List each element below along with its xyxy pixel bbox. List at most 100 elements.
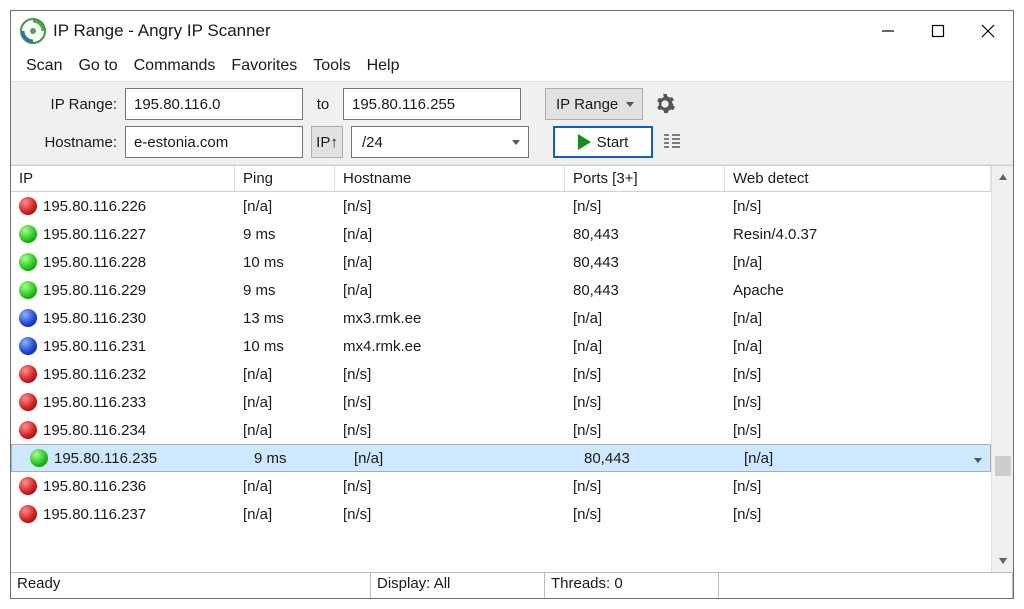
cell-ports: [n/s] [565,420,725,441]
menu-scan[interactable]: Scan [19,55,69,77]
menu-go-to[interactable]: Go to [71,55,124,77]
cell-ip: 195.80.116.227 [43,226,146,243]
cell-web: [n/a] [725,252,991,273]
cell-web: [n/s] [725,364,991,385]
to-label: to [311,96,335,113]
cell-ping: 9 ms [246,448,346,469]
col-ip[interactable]: IP [11,166,235,191]
cell-hostname: mx3.rmk.ee [335,308,565,329]
table-row[interactable]: 195.80.116.2359 ms[n/a]80,443[n/a] [11,444,991,472]
start-button[interactable]: Start [553,126,653,158]
cell-ports: [n/s] [565,392,725,413]
cell-ping: 9 ms [235,280,335,301]
col-hostname[interactable]: Hostname [335,166,565,191]
table-header: IP Ping Hostname Ports [3+] Web detect [11,166,991,192]
cell-ping: [n/a] [235,392,335,413]
menu-help[interactable]: Help [360,55,407,77]
cell-ports: 80,443 [565,224,725,245]
cell-ports: [n/s] [565,504,725,525]
status-dot-icon [19,421,37,439]
table-row[interactable]: 195.80.116.226[n/a][n/s][n/s][n/s] [11,192,991,220]
col-ping[interactable]: Ping [235,166,335,191]
cell-hostname: [n/s] [335,476,565,497]
cell-ip: 195.80.116.237 [43,506,146,523]
cell-web: [n/a] [736,448,966,469]
cell-hostname: [n/s] [335,420,565,441]
status-dot-icon [19,253,37,271]
cell-ping: 13 ms [235,308,335,329]
feeder-select[interactable]: IP Range [545,88,643,120]
cell-ping: [n/a] [235,196,335,217]
app-icon [19,17,47,45]
close-button[interactable] [963,11,1013,51]
cell-ports: 80,443 [576,448,736,469]
netmask-select[interactable]: /24 [351,126,529,158]
cell-hostname: [n/a] [335,252,565,273]
scroll-up-icon[interactable] [994,168,1012,186]
ip-end-input[interactable] [343,88,521,120]
cell-web: [n/s] [725,476,991,497]
minimize-button[interactable] [863,11,913,51]
cell-ip: 195.80.116.234 [43,422,146,439]
cell-web: [n/s] [725,420,991,441]
ip-up-button[interactable]: IP↑ [311,126,343,158]
cell-ping: [n/a] [235,420,335,441]
hostname-label: Hostname: [21,134,117,151]
status-dot-icon [19,281,37,299]
menu-tools[interactable]: Tools [306,55,357,77]
status-dot-icon [19,393,37,411]
cell-ports: 80,443 [565,252,725,273]
cell-hostname: [n/a] [335,224,565,245]
status-ready: Ready [11,573,371,598]
cell-hostname: [n/s] [335,504,565,525]
table-row[interactable]: 195.80.116.23013 msmx3.rmk.ee[n/a][n/a] [11,304,991,332]
table-row[interactable]: 195.80.116.2279 ms[n/a]80,443Resin/4.0.3… [11,220,991,248]
menubar: ScanGo toCommandsFavoritesToolsHelp [11,51,1013,81]
menu-commands[interactable]: Commands [127,55,223,77]
cell-ports: 80,443 [565,280,725,301]
cell-ip: 195.80.116.231 [43,338,146,355]
scrollbar-thumb[interactable] [995,456,1011,476]
table-row[interactable]: 195.80.116.232[n/a][n/s][n/s][n/s] [11,360,991,388]
status-display: Display: All [371,573,545,598]
table-row[interactable]: 195.80.116.236[n/a][n/s][n/s][n/s] [11,472,991,500]
status-dot-icon [19,477,37,495]
ip-start-input[interactable] [125,88,303,120]
cell-ping: 10 ms [235,252,335,273]
table-row[interactable]: 195.80.116.233[n/a][n/s][n/s][n/s] [11,388,991,416]
cell-ports: [n/a] [565,336,725,357]
cell-ip: 195.80.116.228 [43,254,146,271]
table-row[interactable]: 195.80.116.234[n/a][n/s][n/s][n/s] [11,416,991,444]
cell-ports: [n/a] [565,308,725,329]
cell-ports: [n/s] [565,476,725,497]
titlebar: IP Range - Angry IP Scanner [11,11,1013,51]
col-ports[interactable]: Ports [3+] [565,166,725,191]
menu-favorites[interactable]: Favorites [224,55,304,77]
cell-web: Resin/4.0.37 [725,224,991,245]
play-icon [578,134,591,150]
gear-icon[interactable] [651,90,679,118]
cell-ping: [n/a] [235,364,335,385]
table-row[interactable]: 195.80.116.237[n/a][n/s][n/s][n/s] [11,500,991,528]
display-prefs-icon[interactable] [661,130,683,154]
table-row[interactable]: 195.80.116.23110 msmx4.rmk.ee[n/a][n/a] [11,332,991,360]
maximize-button[interactable] [913,11,963,51]
col-web[interactable]: Web detect [725,166,991,191]
hostname-input[interactable] [125,126,303,158]
cell-ip: 195.80.116.232 [43,366,146,383]
cell-ip: 195.80.116.230 [43,310,146,327]
status-dot-icon [19,365,37,383]
cell-ip: 195.80.116.229 [43,282,146,299]
status-dot-icon [19,337,37,355]
cell-hostname: [n/s] [335,364,565,385]
table-row[interactable]: 195.80.116.2299 ms[n/a]80,443Apache [11,276,991,304]
status-dot-icon [19,309,37,327]
vertical-scrollbar[interactable] [991,166,1013,572]
cell-web: [n/a] [725,308,991,329]
toolbar: IP Range: to IP Range Hostname: IP↑ /24 … [11,81,1013,165]
cell-ports: [n/s] [565,364,725,385]
scroll-down-icon[interactable] [994,552,1012,570]
table-row[interactable]: 195.80.116.22810 ms[n/a]80,443[n/a] [11,248,991,276]
status-spacer [719,573,1013,598]
cell-hostname: [n/a] [335,280,565,301]
